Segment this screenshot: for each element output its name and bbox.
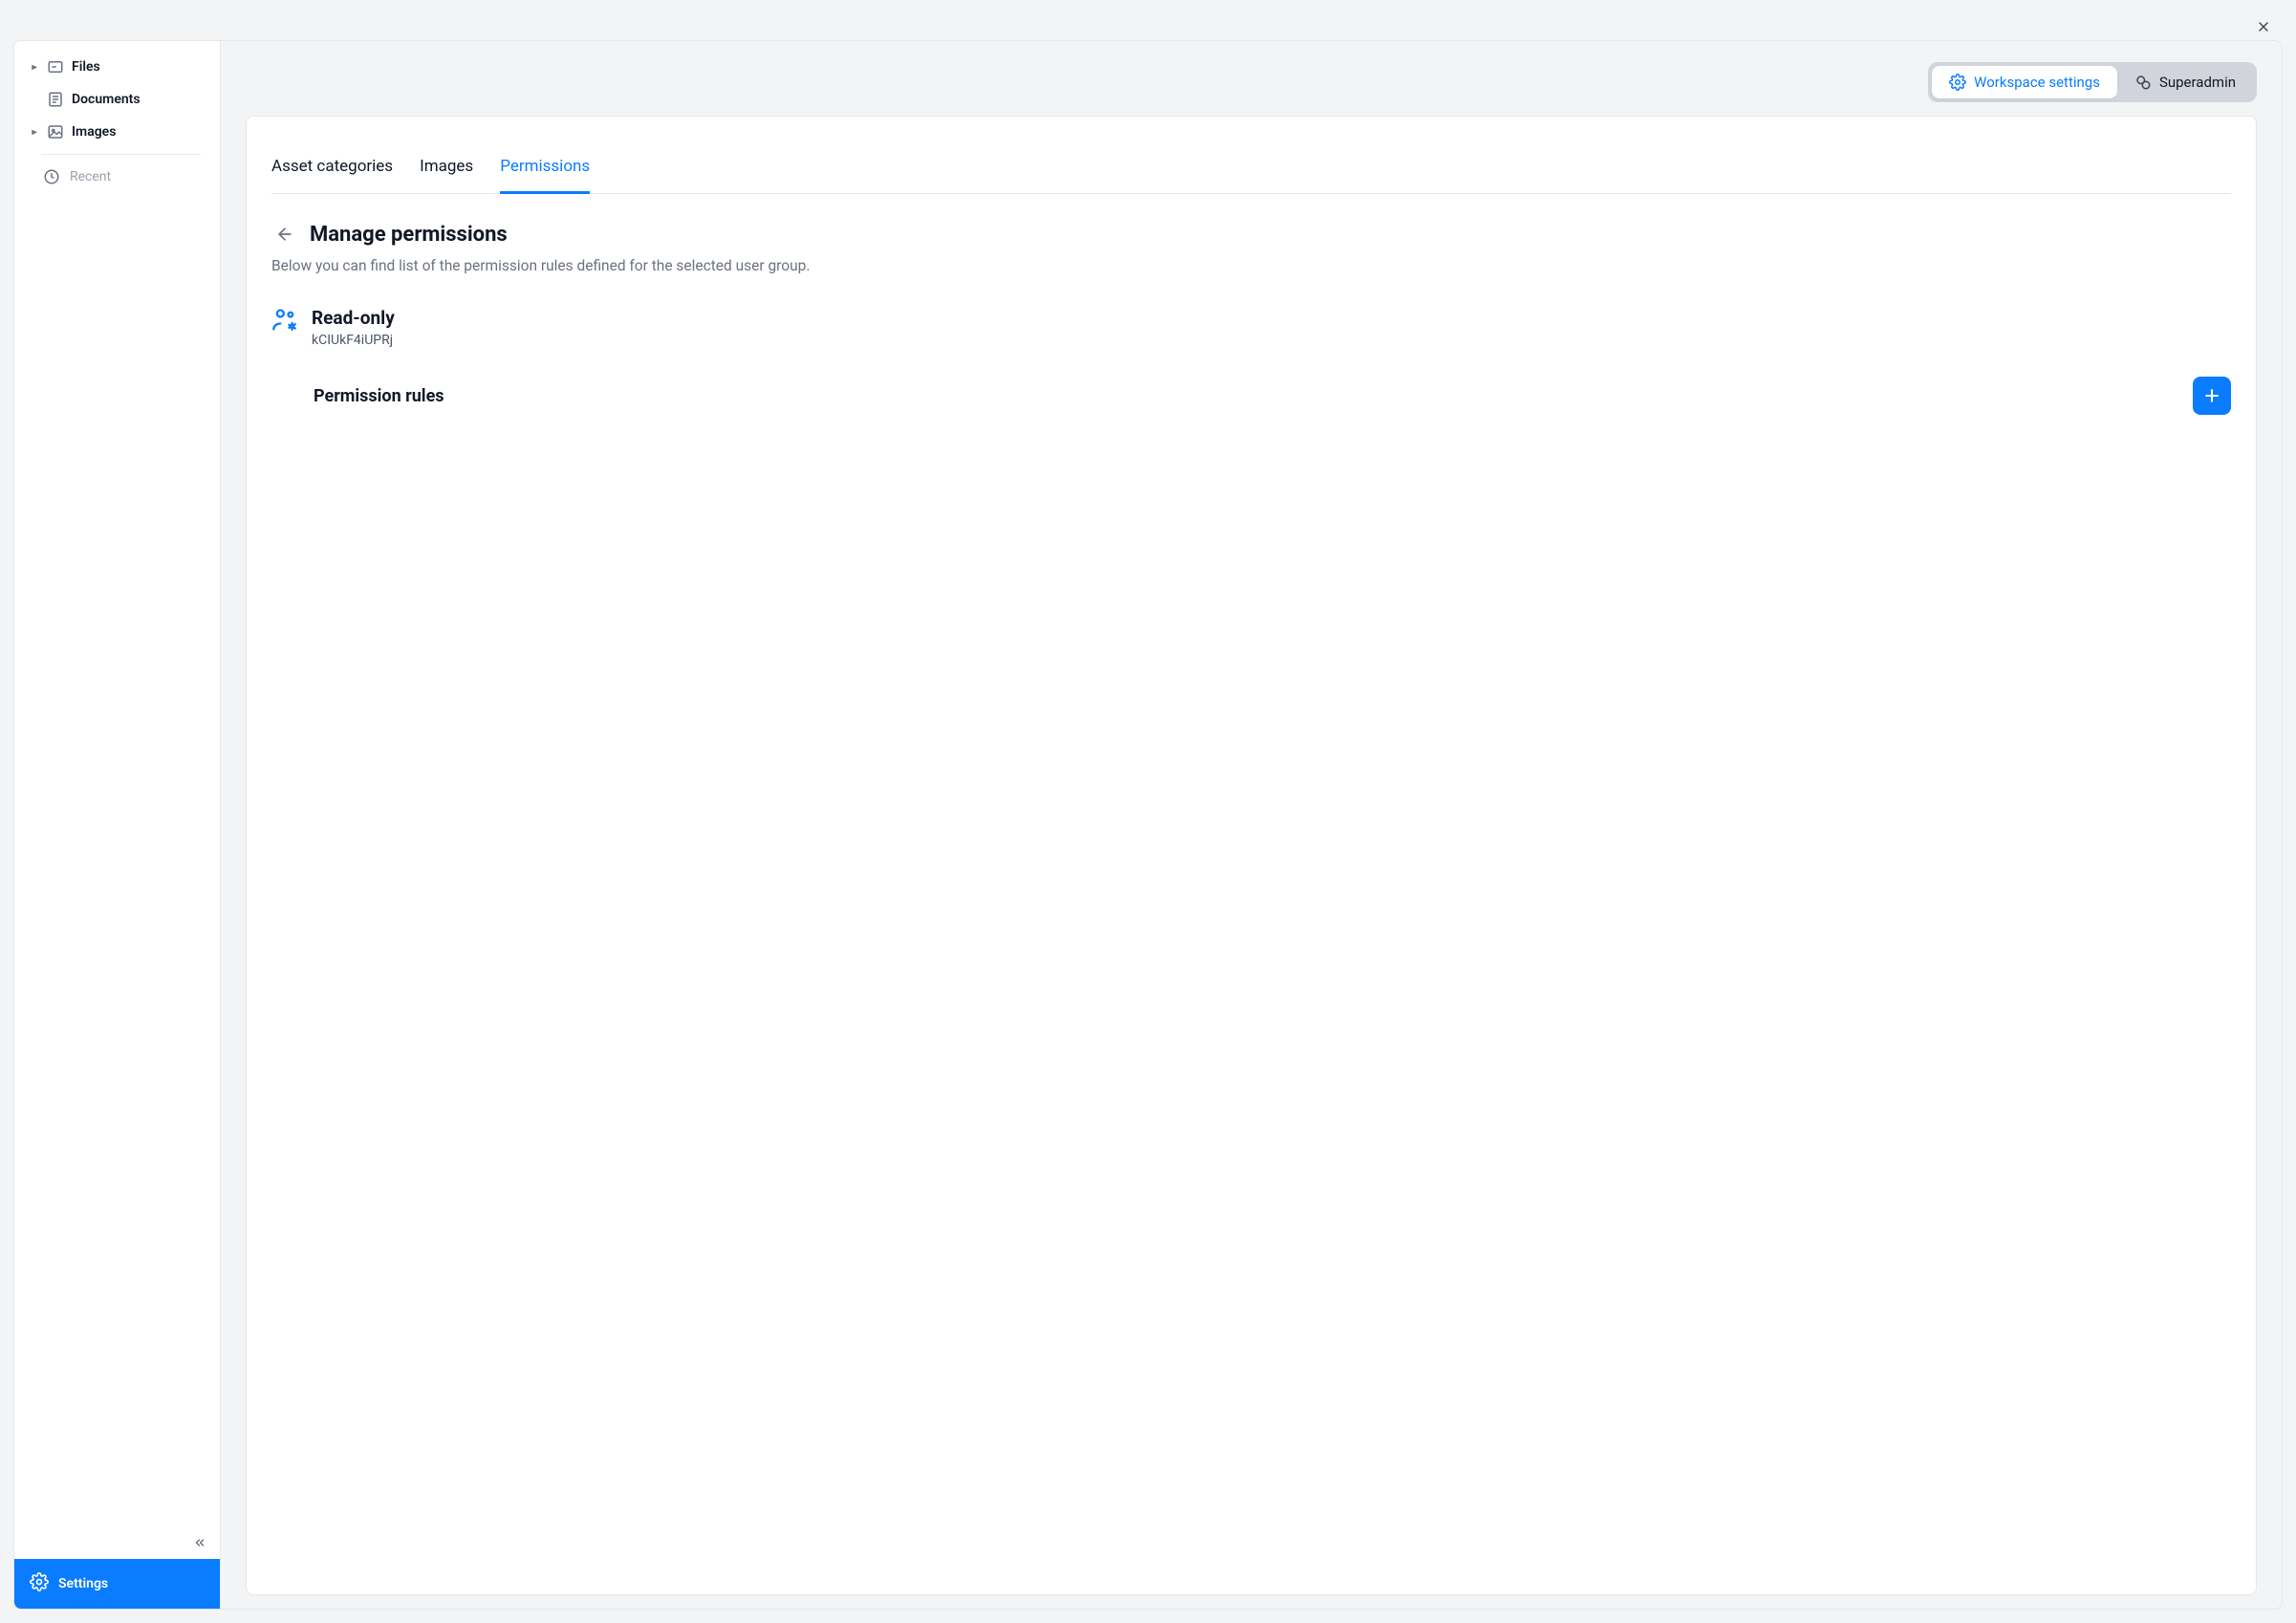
segment-workspace-settings[interactable]: Workspace settings bbox=[1932, 66, 2117, 98]
close-button[interactable] bbox=[2254, 17, 2273, 36]
sidebar: ▸ Files Documents ▸ bbox=[14, 41, 221, 1609]
sidebar-item-files[interactable]: ▸ Files bbox=[22, 51, 212, 83]
sidebar-settings-button[interactable]: Settings bbox=[14, 1559, 220, 1609]
gear-icon bbox=[1949, 74, 1966, 91]
sidebar-item-label: Images bbox=[72, 124, 116, 140]
user-group-icon bbox=[271, 307, 298, 337]
permission-rules-heading: Permission rules bbox=[314, 386, 444, 406]
main-content: Workspace settings Superadmin Asset cate… bbox=[221, 41, 2282, 1609]
app-shell: ▸ Files Documents ▸ bbox=[0, 0, 2296, 1623]
collapse-sidebar-button[interactable] bbox=[189, 1532, 210, 1553]
gear-icon bbox=[30, 1572, 49, 1595]
sidebar-item-documents[interactable]: Documents bbox=[22, 83, 212, 116]
user-group-id: kCIUkF4iUPRj bbox=[312, 333, 395, 348]
shield-icon bbox=[2134, 74, 2152, 91]
settings-panel: Asset categories Images Permissions Mana… bbox=[246, 116, 2257, 1595]
tab-permissions[interactable]: Permissions bbox=[500, 143, 590, 194]
image-icon bbox=[47, 123, 64, 141]
add-rule-button[interactable] bbox=[2193, 377, 2231, 415]
tabs: Asset categories Images Permissions bbox=[271, 143, 2231, 194]
user-group-info: Read-only kCIUkF4iUPRj bbox=[312, 307, 395, 348]
segment-label: Superadmin bbox=[2159, 74, 2236, 91]
sidebar-item-label: Recent bbox=[70, 169, 111, 184]
sidebar-nav: ▸ Files Documents ▸ bbox=[14, 41, 220, 1559]
permission-rules-row: Permission rules bbox=[271, 377, 2231, 415]
chevron-right-icon: ▸ bbox=[30, 127, 39, 138]
sidebar-settings-label: Settings bbox=[58, 1576, 108, 1591]
clock-icon bbox=[43, 168, 60, 185]
back-button[interactable] bbox=[271, 221, 298, 248]
document-icon bbox=[47, 91, 64, 108]
section-title: Manage permissions bbox=[310, 223, 508, 247]
user-group-name: Read-only bbox=[312, 307, 395, 329]
tab-images[interactable]: Images bbox=[420, 143, 473, 194]
sidebar-item-label: Documents bbox=[72, 92, 141, 107]
tab-asset-categories[interactable]: Asset categories bbox=[271, 143, 393, 194]
chevron-right-icon: ▸ bbox=[30, 62, 39, 73]
segment-label: Workspace settings bbox=[1974, 74, 2100, 91]
arrow-left-icon bbox=[275, 225, 294, 244]
sidebar-item-label: Files bbox=[72, 59, 100, 75]
sidebar-item-recent[interactable]: Recent bbox=[22, 159, 212, 195]
section-description: Below you can find list of the permissio… bbox=[271, 257, 2231, 274]
user-group: Read-only kCIUkF4iUPRj bbox=[271, 307, 2231, 348]
close-icon bbox=[2256, 19, 2271, 34]
view-toggle: Workspace settings Superadmin bbox=[1928, 62, 2257, 102]
app-window: ▸ Files Documents ▸ bbox=[13, 40, 2283, 1610]
folder-icon bbox=[47, 58, 64, 76]
chevron-double-left-icon bbox=[193, 1536, 206, 1549]
plus-icon bbox=[2202, 386, 2221, 405]
section-header: Manage permissions bbox=[271, 221, 2231, 248]
sidebar-item-images[interactable]: ▸ Images bbox=[22, 116, 212, 148]
sidebar-divider bbox=[41, 154, 201, 155]
segment-superadmin[interactable]: Superadmin bbox=[2117, 66, 2253, 98]
